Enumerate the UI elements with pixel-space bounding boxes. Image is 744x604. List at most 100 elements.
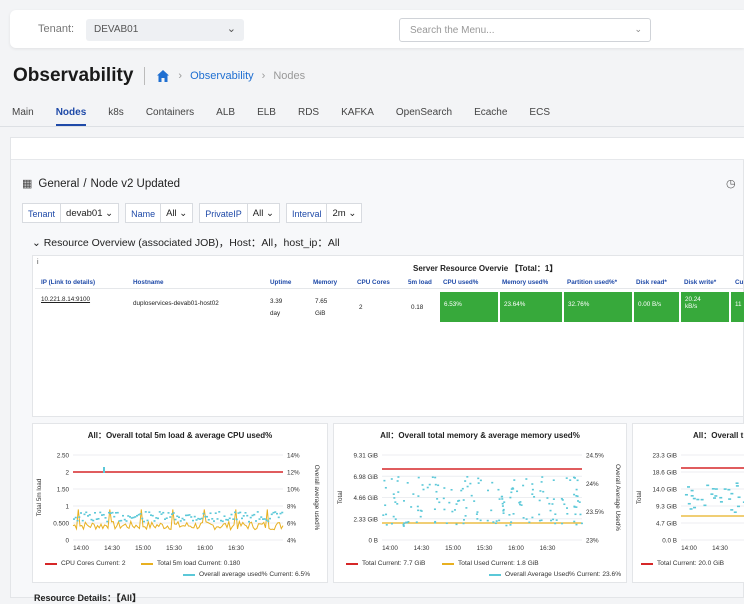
cpu-used-point [151,514,154,517]
mem-used-point [434,476,437,479]
legend-total[interactable]: Total Current: 20.0 GiB [641,560,724,567]
tab-alb[interactable]: ALB [216,104,235,126]
tab-kafka[interactable]: KAFKA [341,104,374,126]
dashboard-folder[interactable]: General [38,178,79,190]
menu-search-input[interactable]: Search the Menu... ⌄ [399,18,651,42]
dashboard-name[interactable]: Node v2 Updated [91,178,181,190]
tab-ecache[interactable]: Ecache [474,104,507,126]
col-memory[interactable]: Memory [313,279,337,286]
cpu-used-point [241,517,243,520]
tab-k8s[interactable]: k8s [108,104,124,126]
mem-used-point [465,507,468,509]
cpu-used-point [125,520,128,522]
mem-used-point [501,505,504,507]
col-cpu-used[interactable]: CPU used% [443,279,478,286]
chart-memory: All：Overall total memory & average memor… [333,423,627,583]
disk-point [703,504,707,507]
y-tick-label: 2.50 [57,453,70,460]
y2-tick-label: 4% [287,538,297,545]
y-tick-label: 9.31 GiB [353,453,378,460]
legend-cpu-cores[interactable]: CPU Cores Current: 2 [45,560,126,567]
tab-nodes[interactable]: Nodes [55,104,87,126]
cpu-used-point [97,517,100,520]
cpu-used-point [134,516,137,518]
table-title: Server Resource Overvie 【Total：1】 [413,264,558,273]
var-interval-label: Interval [285,203,328,223]
mem-used-point [573,520,576,523]
tab-containers[interactable]: Containers [146,104,194,126]
info-icon[interactable]: i [37,259,39,266]
legend-mem-used[interactable]: Overall Average Used% Current: 23.6% [489,571,621,578]
mem-used-point [525,518,528,520]
cell-disk-read: 0.00 B/s [634,292,679,322]
disk-point [723,488,727,490]
time-range-icon[interactable]: ◷ [726,177,736,190]
disk-point [713,497,717,499]
col-mem-used[interactable]: Memory used% [502,279,548,286]
mem-used-point [575,506,578,508]
var-privateip-select[interactable]: All ⌄ [247,203,280,223]
row-title[interactable]: ⌄ Resource Overview (associated JOB)，Hos… [32,235,340,250]
cpu-used-point [143,520,145,523]
cpu-used-point [116,511,119,514]
mem-used-point [513,479,516,481]
var-interval-select[interactable]: 2m ⌄ [327,203,363,223]
cpu-used-point [155,517,158,519]
breadcrumb-observability[interactable]: Observability [190,70,254,82]
col-partition-used[interactable]: Partition used%* [567,279,617,286]
col-cpu-cores[interactable]: CPU Cores [357,279,390,286]
var-tenant-select[interactable]: devab01 ⌄ [61,203,120,223]
y-tick-label: 0.0 B [662,538,677,545]
y-tick-label: 23.3 GiB [652,453,677,460]
legend-cpu-used[interactable]: Overall average used% Current: 6.5% [183,571,310,578]
mem-used-point [461,487,464,490]
col-ip[interactable]: IP (Link to details) [41,279,95,286]
col-hostname[interactable]: Hostname [133,279,163,286]
col-disk-read[interactable]: Disk read* [636,279,667,286]
mem-used-point [505,524,508,527]
dashboard-header: ▦ General / Node v2 Updated [22,177,181,191]
legend-total-used[interactable]: Total Used Current: 1.8 GiB [442,560,539,567]
var-name-select[interactable]: All ⌄ [161,203,194,223]
top-bar: Tenant: DEVAB01 ⌄ Search the Menu... ⌄ [10,10,744,48]
y2-tick-label: 24% [586,481,599,488]
col-5m-load[interactable]: 5m load [408,279,432,286]
col-uptime[interactable]: Uptime [270,279,291,286]
cpu-used-point [87,515,89,517]
legend-total[interactable]: Total Current: 7.7 GiB [346,560,425,567]
mem-used-point [540,519,543,522]
tab-ecs[interactable]: ECS [529,104,550,126]
mem-used-point [434,521,437,524]
cpu-used-point [81,519,84,522]
tab-bar: Main Nodes k8s Containers ALB ELB RDS KA… [0,104,572,126]
y2-axis-label: Overall average used% [313,465,320,531]
tab-main[interactable]: Main [12,104,34,126]
y2-tick-label: 14% [287,453,300,460]
tab-elb[interactable]: ELB [257,104,276,126]
mem-used-point [560,497,563,500]
tab-rds[interactable]: RDS [298,104,319,126]
col-disk-write[interactable]: Disk write* [684,279,716,286]
cpu-used-point [85,511,88,514]
legend-5m-load[interactable]: Total 5m load Current: 0.180 [141,560,240,567]
cpu-used-point [227,519,229,521]
mem-used-point [450,488,453,491]
mem-used-point [407,521,410,523]
home-icon[interactable] [156,69,170,83]
tenant-select[interactable]: DEVAB01 ⌄ [86,19,244,41]
cell-ip-link[interactable]: 10.221.8.14:9100 [41,296,90,303]
cpu-used-point [277,516,280,519]
mem-used-point [566,512,569,515]
col-cu[interactable]: Cu [735,279,743,286]
cpu-used-point [106,520,109,523]
cpu-used-point [183,519,186,521]
variables-bar: Tenant devab01 ⌄ Name All ⌄ PrivateIP Al… [22,203,368,223]
cpu-used-point [115,512,117,514]
tab-opensearch[interactable]: OpenSearch [396,104,452,126]
var-tenant-label: Tenant [22,203,62,223]
cpu-used-point [139,513,142,515]
cpu-used-point [129,516,131,518]
cpu-used-point [130,517,133,519]
mem-used-point [428,483,431,486]
mem-used-point [552,518,555,521]
